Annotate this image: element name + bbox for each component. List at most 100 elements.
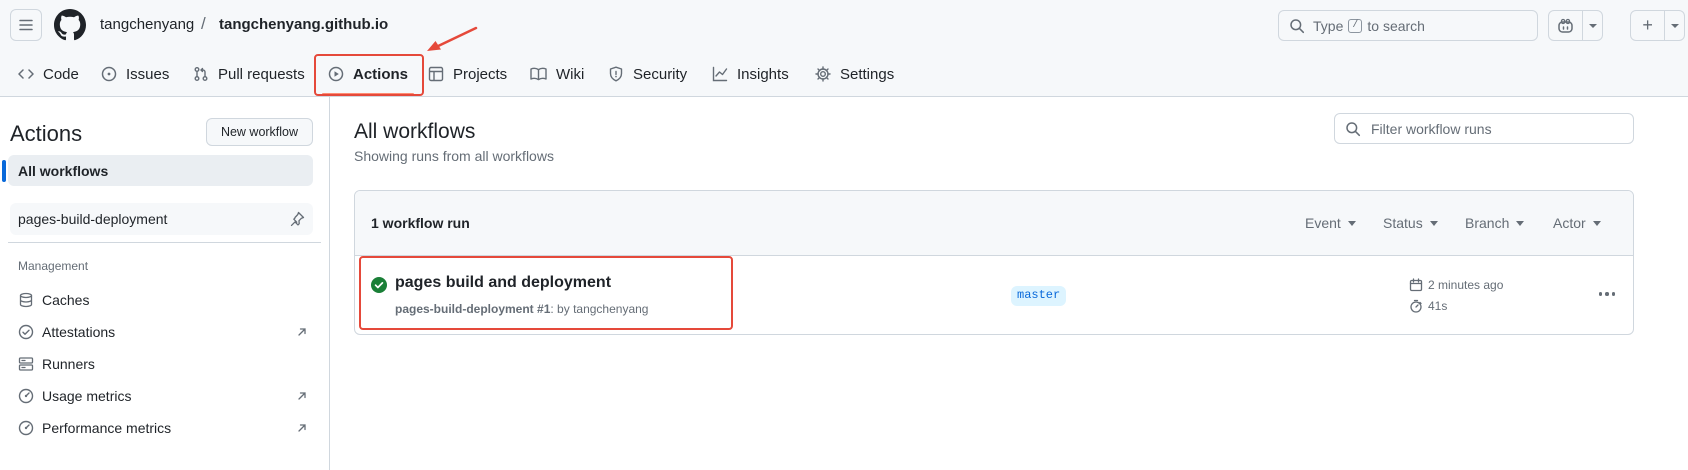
runs-count: 1 workflow run bbox=[371, 215, 470, 231]
create-new-button[interactable]: + bbox=[1631, 11, 1664, 40]
new-workflow-button[interactable]: New workflow bbox=[206, 118, 313, 146]
app-header: tangchenyang / tangchenyang.github.io Ty… bbox=[0, 0, 1688, 97]
triangle-down-icon bbox=[1516, 220, 1525, 226]
hamburger-icon bbox=[19, 19, 33, 31]
breadcrumb-repo[interactable]: tangchenyang.github.io bbox=[219, 16, 388, 33]
copilot-dropdown-button[interactable] bbox=[1582, 11, 1602, 40]
stopwatch-icon bbox=[1410, 299, 1422, 313]
breadcrumb-owner[interactable]: tangchenyang bbox=[100, 16, 194, 33]
tab-security[interactable]: Security bbox=[608, 52, 687, 96]
tab-pull-requests[interactable]: Pull requests bbox=[193, 52, 305, 96]
branch-filter-dropdown[interactable]: Branch bbox=[1465, 215, 1525, 231]
sidebar-title: Actions bbox=[10, 121, 83, 146]
filter-label: Event bbox=[1305, 215, 1341, 231]
sidebar-item-attestations[interactable]: Attestations bbox=[18, 320, 308, 344]
tab-label: Pull requests bbox=[218, 65, 305, 83]
selected-indicator bbox=[2, 160, 6, 182]
calendar-icon bbox=[1409, 278, 1423, 292]
copilot-icon bbox=[1558, 18, 1573, 33]
breadcrumb-separator: / bbox=[201, 14, 206, 33]
tab-projects[interactable]: Projects bbox=[428, 52, 507, 96]
triangle-down-icon bbox=[1670, 23, 1679, 28]
page-title: All workflows bbox=[354, 120, 476, 143]
tab-settings[interactable]: Settings bbox=[815, 52, 894, 96]
arrow-up-right-icon bbox=[298, 328, 306, 336]
run-when-text: 2 minutes ago bbox=[1428, 278, 1504, 292]
pin-icon[interactable] bbox=[289, 211, 305, 227]
create-new-dropdown-button[interactable] bbox=[1664, 11, 1684, 40]
tab-label: Wiki bbox=[556, 65, 585, 83]
tab-label: Issues bbox=[126, 65, 170, 83]
filter-placeholder: Filter workflow runs bbox=[1371, 120, 1492, 137]
book-icon bbox=[530, 67, 547, 81]
annotation-highlight-actions-tab bbox=[314, 54, 424, 96]
annotation-arrow-icon bbox=[427, 26, 478, 51]
sidebar-item-runners[interactable]: Runners bbox=[18, 352, 308, 376]
filter-label: Actor bbox=[1553, 215, 1586, 231]
tab-label: Projects bbox=[453, 65, 508, 83]
actor-filter-dropdown[interactable]: Actor bbox=[1553, 215, 1601, 231]
triangle-down-icon bbox=[1347, 220, 1356, 226]
tab-insights[interactable]: Insights bbox=[712, 52, 789, 96]
search-prefix: Type bbox=[1313, 17, 1344, 34]
sidebar-item-usage-metrics[interactable]: Usage metrics bbox=[18, 384, 308, 408]
check-circle-icon bbox=[18, 324, 34, 340]
filter-label: Status bbox=[1383, 215, 1423, 231]
status-filter-dropdown[interactable]: Status bbox=[1383, 215, 1438, 231]
graph-icon bbox=[712, 66, 728, 82]
menu-button[interactable] bbox=[10, 9, 42, 41]
annotation-highlight-workflow-run bbox=[359, 256, 733, 330]
branch-badge[interactable]: master bbox=[1011, 286, 1067, 306]
sidebar-item-label: Attestations bbox=[42, 324, 116, 340]
sidebar-section-management: Management bbox=[18, 259, 89, 273]
page-subtitle: Showing runs from all workflows bbox=[354, 148, 554, 164]
triangle-down-icon bbox=[1592, 220, 1601, 226]
triangle-down-icon bbox=[1588, 23, 1597, 28]
tab-label: Code bbox=[43, 65, 79, 83]
top-bar: tangchenyang / tangchenyang.github.io Ty… bbox=[0, 0, 1688, 50]
repo-nav: Code Issues Pull requests Actions Projec… bbox=[0, 52, 1688, 96]
search-icon bbox=[1346, 121, 1361, 136]
sidebar-item-label: Performance metrics bbox=[42, 420, 172, 436]
run-options-button[interactable] bbox=[1593, 282, 1621, 306]
filter-workflow-runs-input[interactable]: Filter workflow runs bbox=[1334, 113, 1634, 144]
tab-label: Insights bbox=[737, 65, 789, 83]
server-icon bbox=[18, 357, 34, 371]
triangle-down-icon bbox=[1429, 220, 1438, 226]
code-icon bbox=[18, 69, 34, 79]
tab-wiki[interactable]: Wiki bbox=[530, 52, 584, 96]
tab-label: Settings bbox=[840, 65, 895, 83]
issue-opened-icon bbox=[101, 66, 117, 82]
copilot-button-group bbox=[1548, 10, 1603, 41]
workflow-runs-header: 1 workflow run Event Status Branch Actor bbox=[355, 191, 1633, 256]
global-search-input[interactable]: Type / to search bbox=[1278, 10, 1538, 41]
sidebar-item-all-workflows[interactable]: All workflows bbox=[8, 155, 313, 186]
search-suffix: to search bbox=[1367, 17, 1425, 34]
sidebar-item-label: Usage metrics bbox=[42, 388, 132, 404]
copilot-button[interactable] bbox=[1549, 11, 1582, 40]
search-icon bbox=[1290, 18, 1305, 33]
meter-icon bbox=[18, 420, 34, 436]
github-logo-icon[interactable] bbox=[54, 9, 86, 41]
create-new-button-group: + bbox=[1630, 10, 1685, 41]
kebab-horizontal-icon bbox=[1598, 292, 1603, 296]
search-shortcut-key: / bbox=[1348, 18, 1363, 33]
event-filter-dropdown[interactable]: Event bbox=[1305, 215, 1356, 231]
filter-label: Branch bbox=[1465, 215, 1510, 231]
actions-sidebar: Actions New workflow All workflows pages… bbox=[0, 97, 330, 470]
sidebar-divider bbox=[8, 242, 321, 243]
sidebar-item-performance-metrics[interactable]: Performance metrics bbox=[18, 416, 308, 440]
run-duration: 41s bbox=[1409, 299, 1447, 313]
tab-label: Security bbox=[633, 65, 688, 83]
sidebar-item-pages-build-deployment[interactable]: pages-build-deployment bbox=[10, 203, 313, 235]
tab-code[interactable]: Code bbox=[18, 52, 79, 96]
table-icon bbox=[428, 66, 444, 82]
sidebar-item-caches[interactable]: Caches bbox=[18, 288, 308, 312]
cache-icon bbox=[19, 292, 33, 308]
run-timestamp: 2 minutes ago bbox=[1409, 278, 1503, 292]
sidebar-item-label: Caches bbox=[42, 292, 90, 308]
sidebar-item-label: Runners bbox=[42, 356, 95, 372]
tab-issues[interactable]: Issues bbox=[101, 52, 169, 96]
git-pull-request-icon bbox=[194, 67, 208, 81]
shield-icon bbox=[609, 66, 623, 82]
